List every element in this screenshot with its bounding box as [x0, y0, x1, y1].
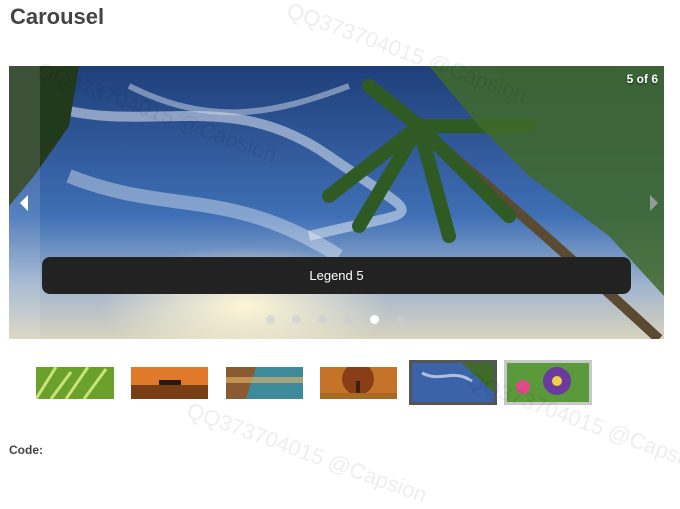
thumb-palm-sky[interactable]: [409, 360, 497, 405]
thumb-sunset-boat[interactable]: [131, 367, 208, 399]
slide-counter: 5 of 6: [626, 72, 658, 86]
indicator-dot-1[interactable]: [266, 315, 275, 324]
carousel-indicators: [266, 315, 405, 325]
chevron-left-icon: [20, 195, 28, 211]
thumb-grass[interactable]: [36, 367, 114, 399]
indicator-dot-2[interactable]: [292, 315, 301, 324]
chevron-right-icon: [650, 195, 658, 211]
watermark: QQ373704015 @Capsion: [183, 397, 431, 508]
indicator-dot-4[interactable]: [344, 315, 353, 324]
slide-caption: Legend 5: [42, 257, 631, 294]
thumb-coast[interactable]: [226, 367, 303, 399]
code-label: Code:: [9, 443, 43, 457]
indicator-dot-6[interactable]: [396, 315, 405, 324]
thumbnail-strip: [0, 360, 680, 406]
thumb-autumn-tree[interactable]: [320, 367, 397, 399]
carousel-next-button[interactable]: [640, 66, 664, 339]
carousel-prev-button[interactable]: [9, 66, 40, 339]
indicator-dot-3[interactable]: [318, 315, 327, 324]
page-title: Carousel: [10, 4, 105, 29]
carousel[interactable]: 5 of 6 Legend 5: [9, 66, 664, 339]
slide-image-palm-sky: [9, 66, 664, 339]
thumb-pansy-flowers[interactable]: [504, 360, 592, 405]
indicator-dot-5[interactable]: [370, 315, 379, 324]
